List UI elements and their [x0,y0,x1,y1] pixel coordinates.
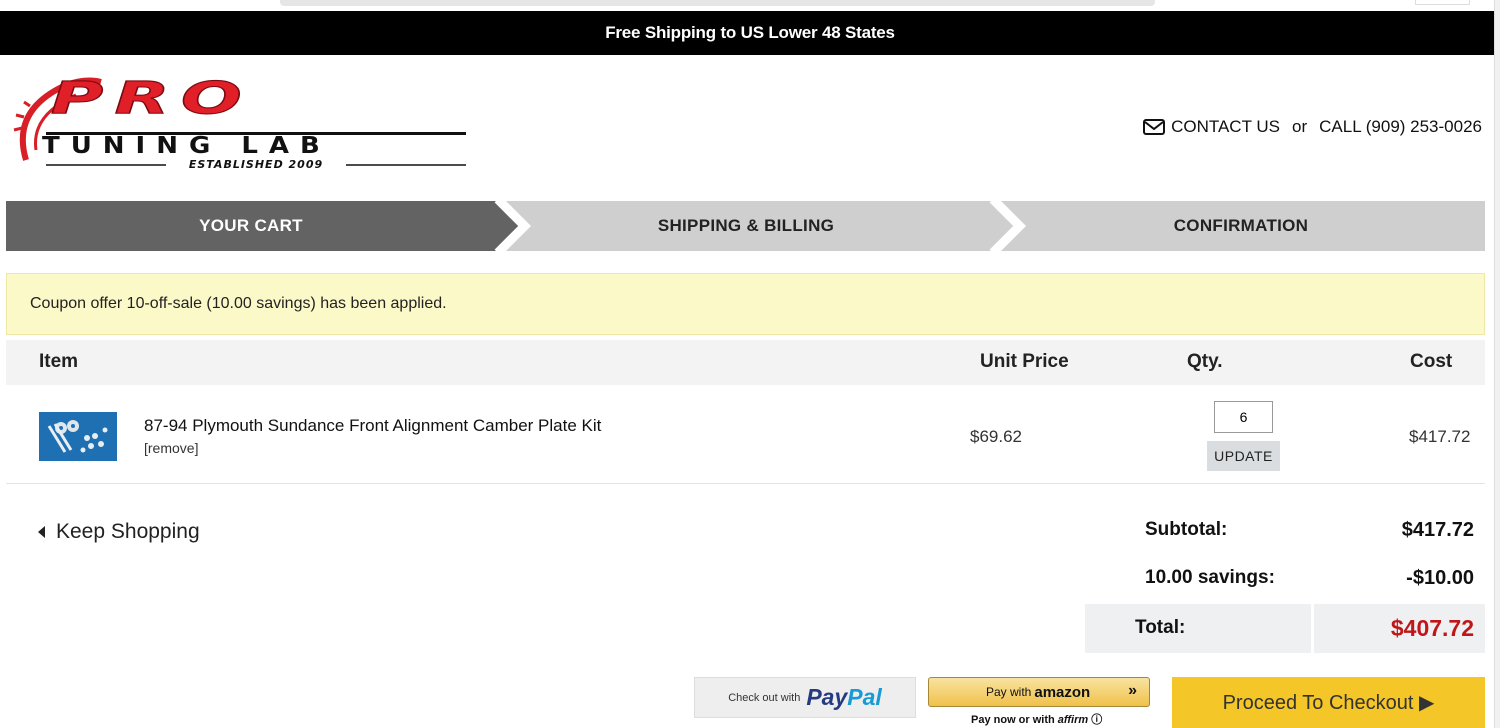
contact-us-link[interactable]: CONTACT US [1171,117,1280,137]
product-thumbnail[interactable] [39,412,117,461]
affirm-logo: affirm [1057,714,1089,726]
step-confirmation: CONFIRMATION [1173,216,1309,235]
savings-label: 10.00 savings: [1145,567,1275,588]
header-contact: CONTACT US or CALL (909) 253-0026 [1143,117,1482,137]
browser-top-strip [0,0,1500,11]
line-cost: $417.72 [1409,427,1471,446]
subtotal-value: $417.72 [1401,519,1474,541]
info-icon[interactable]: ⓘ [1091,714,1102,726]
subtotal-label: Subtotal: [1145,519,1228,540]
address-bar-edge [280,0,1155,6]
site-logo[interactable]: PRO TUNING LAB ESTABLISHED 2009 [6,70,476,175]
keep-shopping-label: Keep Shopping [56,520,200,543]
envelope-icon [1143,119,1166,135]
header-qty: Qty. [1187,351,1223,372]
coupon-applied-message: Coupon offer 10-off-sale (10.00 savings)… [6,273,1485,335]
camber-plate-kit-image [39,412,117,461]
total-value: $407.72 [1390,615,1474,641]
unit-price: $69.62 [970,427,1022,446]
header-cost: Cost [1410,351,1453,372]
update-quantity-button[interactable]: UPDATE [1207,441,1280,471]
page-scrollbar[interactable] [1494,0,1500,728]
paypal-logo-pal: Pal [847,684,882,710]
amazon-pay-button[interactable]: Pay with amazon » [928,677,1150,707]
table-row: 87-94 Plymouth Sundance Front Alignment … [6,388,1485,484]
step-your-cart: YOUR CART [199,216,303,235]
savings-value: -$10.00 [1406,567,1474,589]
header-unit-price: Unit Price [980,351,1069,372]
product-name-link[interactable]: 87-94 Plymouth Sundance Front Alignment … [144,416,601,436]
proceed-to-checkout-button[interactable]: Proceed To Checkout ▶ [1172,677,1485,728]
caret-left-icon [38,526,45,538]
paypal-checkout-button[interactable]: Check out with Pay Pal [694,677,916,718]
paypal-prefix: Check out with [728,691,801,704]
total-row: Total: $407.72 [1085,604,1485,653]
header-item: Item [39,351,79,372]
amazon-logo: amazon [1034,683,1091,701]
call-phone-link[interactable]: CALL (909) 253-0026 [1319,117,1482,137]
promo-banner: Free Shipping to US Lower 48 States [0,11,1500,55]
double-chevron-icon: » [1128,682,1137,699]
contact-or-text: or [1292,117,1308,136]
logo-established-text: ESTABLISHED 2009 [189,158,323,171]
keep-shopping-link[interactable]: Keep Shopping [38,520,200,544]
step-shipping-billing: SHIPPING & BILLING [657,216,835,235]
total-label: Total: [1135,617,1186,638]
quantity-input[interactable] [1214,401,1273,433]
paypal-logo-pay: Pay [806,684,848,710]
pro-tuning-lab-logo: PRO TUNING LAB ESTABLISHED 2009 [13,72,466,171]
total-row-divider [1311,604,1314,653]
logo-pro-text: PRO [51,73,253,125]
cart-table-header: Item Unit Price Qty. Cost [6,340,1485,385]
checkout-progress: YOUR CART SHIPPING & BILLING CONFIRMATIO… [6,201,1485,251]
remove-item-link[interactable]: [remove] [144,440,198,456]
affirm-note: Pay now or with affirm ⓘ [971,711,1102,727]
logo-tuning-lab-text: TUNING LAB [42,131,331,158]
toolbar-edge [1415,0,1470,5]
affirm-prefix: Pay now or with [971,714,1055,726]
amazon-prefix: Pay with [986,685,1032,699]
